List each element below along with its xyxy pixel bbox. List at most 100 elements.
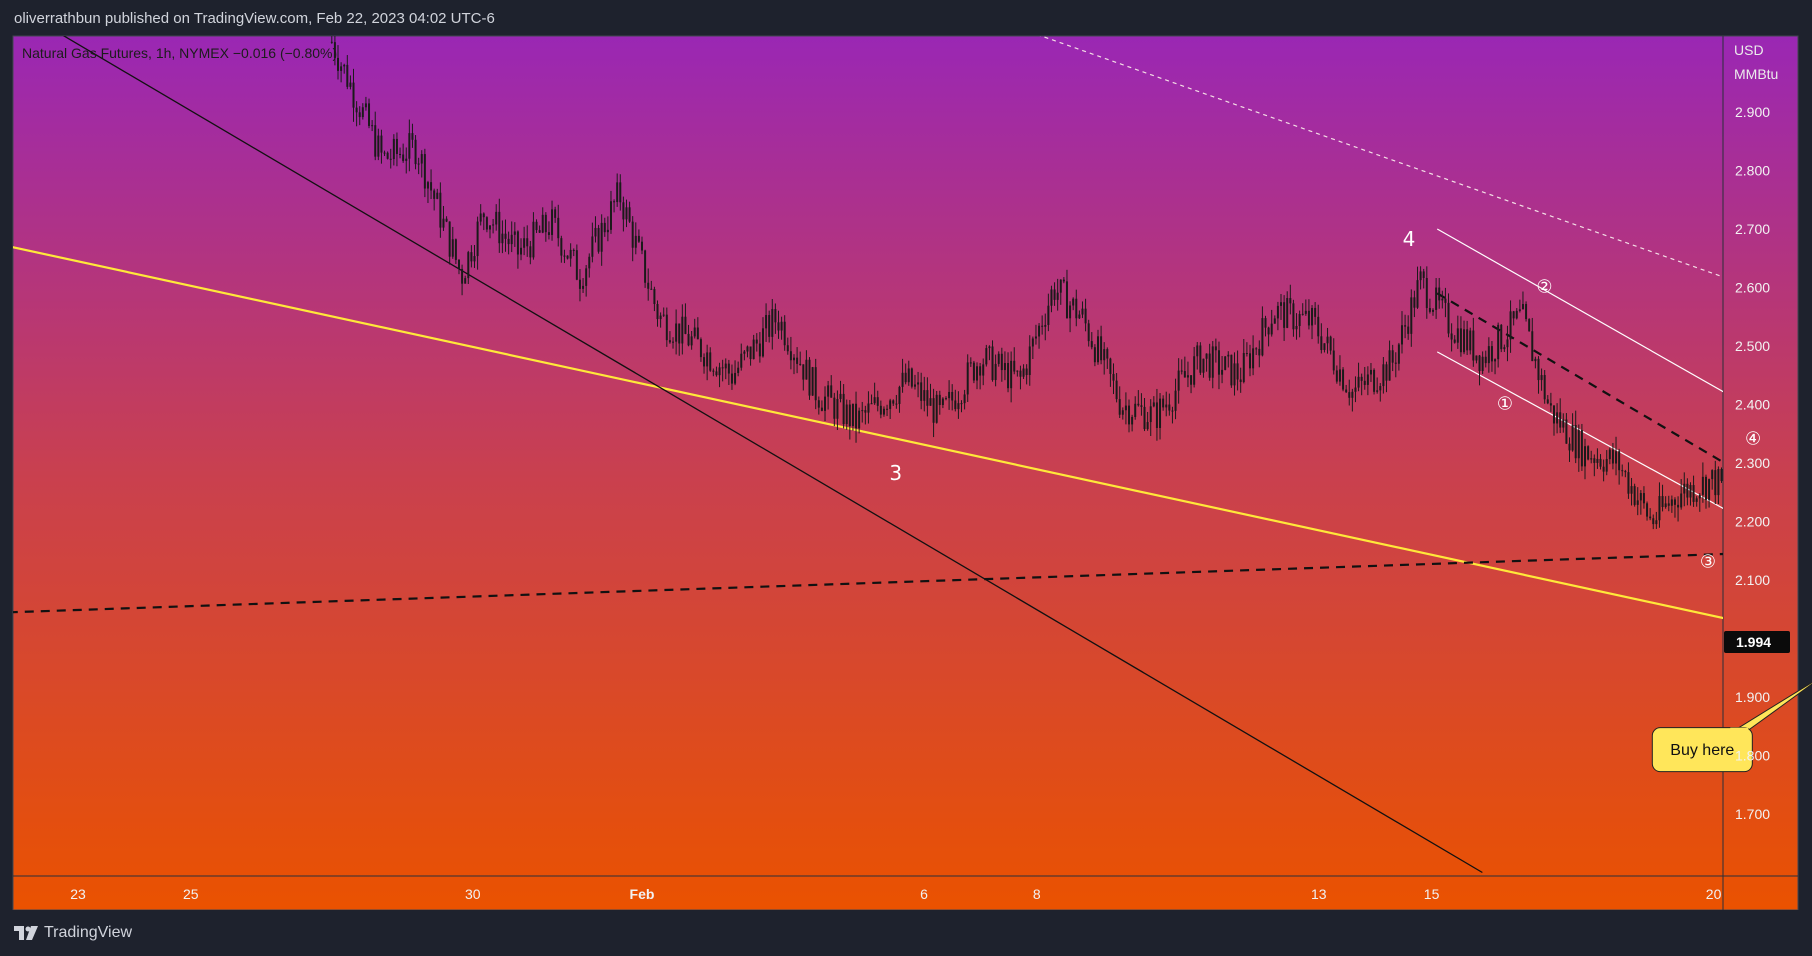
candle-body [606, 229, 609, 233]
candle-body [395, 138, 398, 154]
candle-body [1028, 346, 1031, 376]
last-price-label: 1.994 [1736, 634, 1771, 650]
time-tick-label: 13 [1311, 886, 1327, 902]
candle-body [1695, 498, 1698, 502]
candle-body [634, 235, 637, 248]
candle-body [1373, 369, 1376, 392]
candle-body [473, 256, 476, 262]
candle-body [712, 370, 715, 372]
candle-body [467, 252, 470, 279]
candle-body [730, 373, 733, 384]
wave-label[interactable]: ③ [1700, 551, 1716, 572]
candle-body [1407, 326, 1410, 334]
candle-body [1463, 329, 1466, 353]
candle-body [1459, 328, 1462, 353]
candle-body [619, 182, 622, 203]
wave-label[interactable]: ① [1497, 394, 1513, 415]
candle-body [1211, 346, 1214, 378]
wave-label[interactable]: ② [1536, 277, 1552, 298]
candle-body [1704, 476, 1707, 500]
candle-body [492, 224, 495, 226]
candle-body [672, 341, 675, 343]
candle-body [1072, 298, 1075, 306]
candle-body [873, 397, 876, 404]
wave-label[interactable]: 4 [1403, 227, 1416, 251]
candle-body [1531, 331, 1534, 362]
candle-body [876, 397, 879, 406]
candle-body [1540, 375, 1543, 381]
candle-body [768, 315, 771, 337]
price-tick-label: 2.600 [1735, 280, 1770, 296]
candle-body [824, 396, 827, 411]
candle-body [1118, 399, 1121, 415]
candle-body [727, 363, 730, 374]
candle-body [426, 182, 429, 189]
tradingview-logo[interactable]: TradingView [14, 924, 132, 942]
candle-body [715, 371, 718, 376]
candle-body [445, 218, 448, 222]
candle-body [346, 64, 349, 87]
time-tick-label: 6 [920, 886, 928, 902]
candle-body [358, 112, 361, 118]
candle-body [430, 182, 433, 191]
wave-label[interactable]: ④ [1745, 429, 1761, 450]
candle-body [1366, 374, 1369, 385]
candle-body [1394, 362, 1397, 364]
candle-body [1615, 451, 1618, 464]
candle-body [1521, 304, 1524, 310]
time-tick-label: 20 [1706, 886, 1722, 902]
candle-body [1608, 449, 1611, 460]
candle-body [551, 209, 554, 235]
wave-label[interactable]: 3 [889, 461, 902, 485]
candle-body [600, 222, 603, 252]
candle-body [724, 363, 727, 369]
candle-body [647, 282, 650, 289]
price-chart[interactable]: 34①②③④⑤53Buy here 2.9002.8002.7002.6002.… [0, 0, 1812, 956]
candle-body [451, 239, 454, 257]
candle-body [588, 256, 591, 269]
symbol-legend[interactable]: Natural Gas Futures, 1h, NYMEX −0.016 (−… [22, 45, 337, 61]
candle-body [1165, 404, 1168, 408]
candle-body [1649, 516, 1652, 519]
candle-body [1062, 279, 1065, 282]
candle-body [1289, 298, 1292, 304]
candle-body [1593, 458, 1596, 463]
candle-body [361, 107, 364, 118]
candle-body [864, 410, 867, 413]
candle-body [1208, 353, 1211, 378]
candle-body [349, 82, 352, 87]
candle-body [935, 394, 938, 423]
candle-body [572, 249, 575, 251]
candle-body [758, 343, 761, 357]
candle-body [811, 367, 814, 396]
candle-body [1664, 503, 1667, 508]
candle-body [442, 218, 445, 228]
candle-body [1475, 355, 1478, 361]
candle-body [1667, 503, 1670, 506]
candle-body [582, 285, 585, 289]
candle-body [1686, 483, 1689, 498]
candle-body [910, 368, 913, 387]
time-tick-label: Feb [630, 886, 655, 902]
candle-body [1276, 305, 1279, 319]
candle-body [389, 158, 392, 160]
candle-body [997, 353, 1000, 364]
candle-body [1283, 302, 1286, 328]
candle-body [765, 315, 768, 329]
candle-body [1335, 370, 1338, 382]
candle-body [1196, 345, 1199, 357]
candle-body [1236, 363, 1239, 380]
candle-body [1140, 405, 1143, 407]
candle-body [1506, 339, 1509, 348]
candle-body [1245, 353, 1248, 355]
candle-body [1484, 356, 1487, 364]
candle-body [944, 398, 947, 400]
candle-body [954, 400, 957, 410]
candle-body [889, 400, 892, 409]
price-tick-label: 2.900 [1735, 104, 1770, 120]
candle-body [1552, 405, 1555, 424]
candle-body [665, 314, 668, 341]
candle-body [637, 235, 640, 242]
candle-body [1559, 412, 1562, 428]
candle-body [1016, 370, 1019, 372]
